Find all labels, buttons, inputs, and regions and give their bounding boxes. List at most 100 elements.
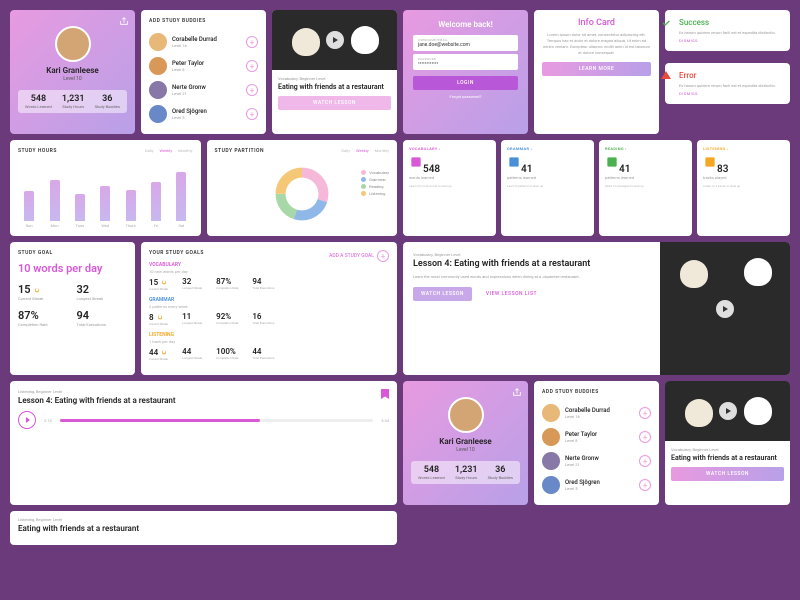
add-buddy-button[interactable]: + (246, 108, 258, 120)
buddy-avatar (542, 404, 560, 422)
donut-chart (272, 164, 332, 224)
buddy-row: Corabelle DurradLevel 16+ (149, 30, 258, 54)
add-buddy-button[interactable]: + (639, 407, 651, 419)
goal-stat: 87%Completion Rate (18, 309, 69, 327)
dismiss-button[interactable]: DISMISS (679, 38, 782, 43)
add-buddy-button[interactable]: + (639, 479, 651, 491)
featured-lesson: Vocabulary, Beginner Level Lesson 4: Eat… (403, 242, 790, 375)
lesson-video[interactable] (660, 242, 790, 375)
watch-lesson-button[interactable]: WATCH LESSON (278, 96, 391, 110)
dismiss-button[interactable]: DISMISS (679, 91, 782, 96)
mini-stat-card[interactable]: GRAMMAR ›41patterns learnedLearn 8 patte… (501, 140, 594, 236)
tab-monthly[interactable]: Monthly (375, 148, 389, 153)
add-buddy-button[interactable]: + (639, 455, 651, 467)
buddies-title: ADD STUDY BUDDIES (149, 18, 258, 24)
stat: 36Study Buddies (488, 465, 513, 480)
goal-row: GRAMMAR2 patterns every week8Current Str… (149, 297, 389, 326)
add-goal-button[interactable]: ADD A STUDY GOAL + (329, 250, 389, 262)
bar: Sat (170, 172, 192, 228)
learn-more-button[interactable]: LEARN MORE (542, 62, 651, 76)
lesson-thumbnail[interactable] (665, 381, 790, 441)
category-icon (703, 155, 717, 169)
buddy-avatar (149, 33, 167, 51)
buddy-row: Ored SjögrenLevel 5+ (542, 473, 651, 497)
category-icon (409, 155, 423, 169)
welcome-title: Welcome back! (413, 20, 518, 29)
info-card: Info Card Lorem ipsum dolor sit amet, co… (534, 10, 659, 134)
password-field[interactable]: PASSWORD •••••••••••• (413, 54, 518, 70)
buddy-row: Ored SjögrenLevel 5+ (149, 102, 258, 126)
buddy-row: Nerte GronwLevel 21+ (149, 78, 258, 102)
buddy-row: Peter TaylorLevel 8+ (542, 425, 651, 449)
progress-bar[interactable] (60, 419, 374, 422)
bar: Sun (18, 191, 40, 228)
lesson-thumbnail[interactable] (272, 10, 397, 70)
login-button[interactable]: LOGIN (413, 76, 518, 90)
share-icon[interactable] (512, 387, 522, 397)
view-list-button[interactable]: VIEW LESSON LIST (478, 287, 545, 301)
bar: Tues (69, 194, 91, 229)
duration: 3:34 (381, 418, 389, 423)
add-buddy-button[interactable]: + (246, 36, 258, 48)
info-text: Lorem ipsum dolor sit amet, consectetur … (542, 32, 651, 56)
goal-target: 10 words per day (18, 262, 127, 275)
lesson-card-small: Vocabulary, Beginner Level Eating with f… (272, 10, 397, 134)
stat: 548Words Learned (418, 465, 445, 480)
bar: Mon (43, 180, 65, 228)
add-buddy-button[interactable]: + (246, 84, 258, 96)
play-button[interactable] (18, 411, 36, 429)
play-icon[interactable] (716, 300, 734, 318)
lesson-title: Eating with friends at a restaurant (278, 83, 391, 91)
study-partition-chart: STUDY PARTITION DailyWeeklyMonthly Vocab… (207, 140, 398, 236)
profile-card: Kari Granleese Level 10 548Words Learned… (10, 10, 135, 134)
buddy-row: Peter TaylorLevel 8+ (149, 54, 258, 78)
tab-weekly[interactable]: Weekly (160, 148, 173, 153)
legend-item: Reading (361, 184, 389, 189)
tab-daily[interactable]: Daily (341, 148, 350, 153)
legend-item: Grammar (361, 177, 389, 182)
featured-lesson-title: Lesson 4: Eating with friends at a resta… (413, 259, 650, 269)
mini-stat-card[interactable]: LISTENING ›83tracks playedListen to 4 tr… (697, 140, 790, 236)
lesson-card-small-2: Vocabulary, Beginner Level Eating with f… (665, 381, 790, 505)
error-alert: Error Es harum quidem rerum facil est et… (665, 63, 790, 104)
tab-daily[interactable]: Daily (145, 148, 154, 153)
welcome-card: Welcome back! USERNAME/EMAIL jane.doe@we… (403, 10, 528, 134)
watch-lesson-button[interactable]: WATCH LESSON (671, 467, 784, 481)
study-hours-chart: STUDY HOURS DailyWeeklyMonthly SunMonTue… (10, 140, 201, 236)
error-title: Error (679, 71, 782, 80)
goal-stat: 32Longest Streak (77, 283, 128, 301)
buddies-card: ADD STUDY BUDDIES Corabelle DurradLevel … (141, 10, 266, 134)
watch-lesson-button[interactable]: WATCH LESSON (413, 287, 472, 301)
add-buddy-button[interactable]: + (639, 431, 651, 443)
profile-card-2: Kari Granleese Level 10 548Words Learned… (403, 381, 528, 505)
buddy-row: Corabelle DurradLevel 16+ (542, 401, 651, 425)
share-icon[interactable] (119, 16, 129, 26)
goal-stat: 15Current Streak (18, 283, 69, 301)
study-goals-table: YOUR STUDY GOALS ADD A STUDY GOAL + VOCA… (141, 242, 397, 375)
warning-icon (661, 71, 671, 79)
check-icon (661, 18, 671, 28)
mini-stat-card[interactable]: VOCABULARY ›548words learnedLearn 32 mor… (403, 140, 496, 236)
success-title: Success (679, 18, 782, 27)
stat: 36Study Buddies (95, 94, 120, 109)
play-icon[interactable] (326, 31, 344, 49)
mini-stat-card[interactable]: READING ›41patterns learnedRead 12 passa… (599, 140, 692, 236)
lesson-category: Vocabulary, Beginner Level (278, 76, 391, 81)
forgot-password-link[interactable]: Forgot password? (413, 94, 518, 99)
tab-weekly[interactable]: Weekly (356, 148, 369, 153)
add-buddy-button[interactable]: + (246, 60, 258, 72)
bottom-lesson-strip: Listening, Beginner Level Eating with fr… (10, 511, 397, 545)
buddy-avatar (149, 105, 167, 123)
success-alert: Success Es harum quidem rerum facil est … (665, 10, 790, 51)
audio-player-card: Listening, Beginner Level Lesson 4: Eati… (10, 381, 397, 505)
play-icon[interactable] (719, 402, 737, 420)
buddy-avatar (542, 428, 560, 446)
username-field[interactable]: USERNAME/EMAIL jane.doe@website.com (413, 35, 518, 51)
tab-monthly[interactable]: Monthly (178, 148, 192, 153)
goal-stat: 94Total Executions (77, 309, 128, 327)
plus-icon[interactable]: + (377, 250, 389, 262)
stat: 548Words Learned (25, 94, 52, 109)
goal-row: LISTENING1 track per day44Current Streak… (149, 332, 389, 361)
buddies-card-2: ADD STUDY BUDDIES Corabelle DurradLevel … (534, 381, 659, 505)
buddy-avatar (149, 81, 167, 99)
